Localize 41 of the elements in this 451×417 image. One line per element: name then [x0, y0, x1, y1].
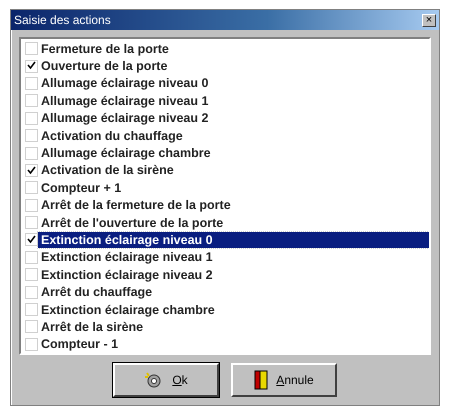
cancel-button[interactable]: Annule — [231, 363, 337, 398]
action-item[interactable]: Allumage éclairage chambre — [38, 145, 214, 162]
checkbox[interactable] — [25, 112, 38, 125]
action-item[interactable]: Compteur + 1 — [38, 180, 124, 196]
checkbox[interactable] — [25, 181, 38, 194]
checkbox[interactable] — [25, 198, 38, 212]
door-icon — [254, 370, 268, 390]
action-item[interactable]: Activation du chauffage — [38, 128, 186, 144]
close-button[interactable]: × — [422, 14, 436, 26]
ok-button[interactable]: Ok — [113, 363, 219, 398]
action-item[interactable]: Allumage éclairage niveau 0 — [38, 75, 212, 92]
checkbox[interactable] — [25, 42, 38, 56]
checkbox[interactable] — [25, 286, 38, 299]
action-item[interactable]: Arrêt de la sirène — [38, 318, 146, 335]
action-item[interactable]: Compteur - 1 — [38, 336, 122, 352]
action-item[interactable]: Arrêt de l'ouverture de la porte — [38, 214, 226, 231]
action-item[interactable]: Activation de la sirène — [38, 162, 177, 178]
action-item[interactable]: Allumage éclairage niveau 2 — [38, 110, 212, 126]
action-item[interactable]: Allumage éclairage niveau 1 — [38, 92, 212, 109]
action-item[interactable]: Extinction éclairage niveau 2 — [38, 266, 216, 283]
checkbox[interactable] — [25, 233, 38, 246]
checkbox[interactable] — [25, 216, 38, 230]
checkbox[interactable] — [25, 94, 38, 108]
window-title: Saisie des actions — [14, 12, 111, 29]
action-item[interactable]: Arrêt de la fermeture de la porte — [38, 197, 234, 214]
checkbox[interactable] — [25, 164, 38, 177]
action-item[interactable]: Extinction éclairage chambre — [38, 302, 218, 318]
checkbox[interactable] — [25, 60, 38, 73]
action-item[interactable]: Fermeture de la porte — [38, 40, 172, 57]
checkbox[interactable] — [25, 338, 38, 351]
checkbox[interactable] — [25, 76, 38, 90]
checkbox[interactable] — [25, 129, 38, 142]
action-item[interactable]: Ouverture de la porte — [38, 58, 170, 74]
checkbox[interactable] — [25, 268, 38, 282]
checkbox[interactable] — [25, 250, 38, 264]
checkbox[interactable] — [25, 146, 38, 160]
action-item[interactable]: Extinction éclairage niveau 0 — [38, 232, 429, 248]
checkbox[interactable] — [25, 320, 38, 334]
action-item[interactable]: Extinction éclairage niveau 1 — [38, 249, 216, 266]
checkbox[interactable] — [25, 303, 38, 316]
action-item[interactable]: Arrêt du chauffage — [38, 284, 156, 300]
